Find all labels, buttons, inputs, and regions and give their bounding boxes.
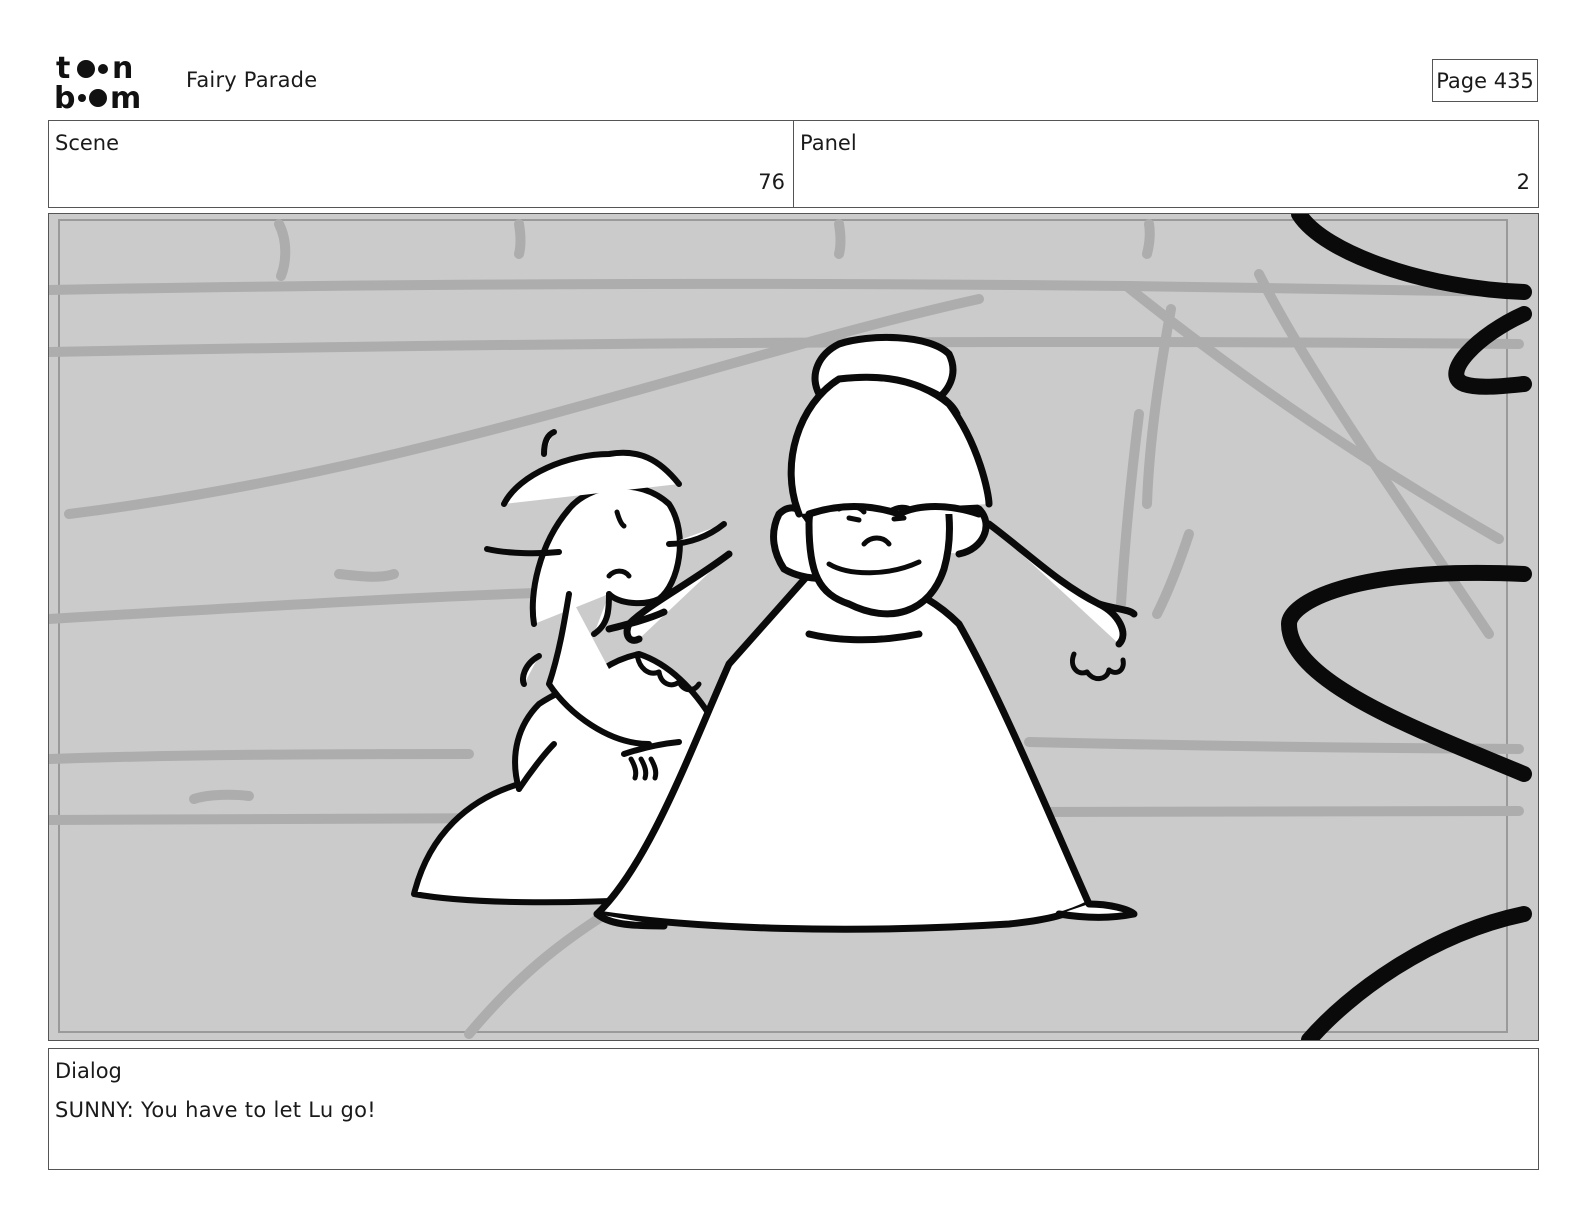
scene-cell: Scene 76 bbox=[49, 121, 793, 207]
page-number: Page 435 bbox=[1432, 59, 1538, 102]
panel-cell: Panel 2 bbox=[793, 121, 1538, 207]
dialog-box: Dialog SUNNY: You have to let Lu go! bbox=[48, 1048, 1539, 1170]
scene-number: 76 bbox=[758, 170, 785, 194]
dialog-label: Dialog bbox=[55, 1059, 122, 1083]
project-title: Fairy Parade bbox=[186, 68, 318, 92]
panel-label: Panel bbox=[800, 131, 857, 155]
storyboard-panel bbox=[48, 213, 1539, 1041]
scene-label: Scene bbox=[55, 131, 120, 155]
dialog-text: SUNNY: You have to let Lu go! bbox=[55, 1098, 377, 1122]
toonboom-logo: t n b m bbox=[52, 51, 164, 116]
svg-text:m: m bbox=[110, 81, 141, 112]
scene-panel-row: Scene 76 Panel 2 bbox=[48, 120, 1539, 208]
svg-text:b: b bbox=[54, 81, 75, 112]
storyboard-sketch bbox=[49, 214, 1538, 1040]
panel-number: 2 bbox=[1516, 170, 1530, 194]
